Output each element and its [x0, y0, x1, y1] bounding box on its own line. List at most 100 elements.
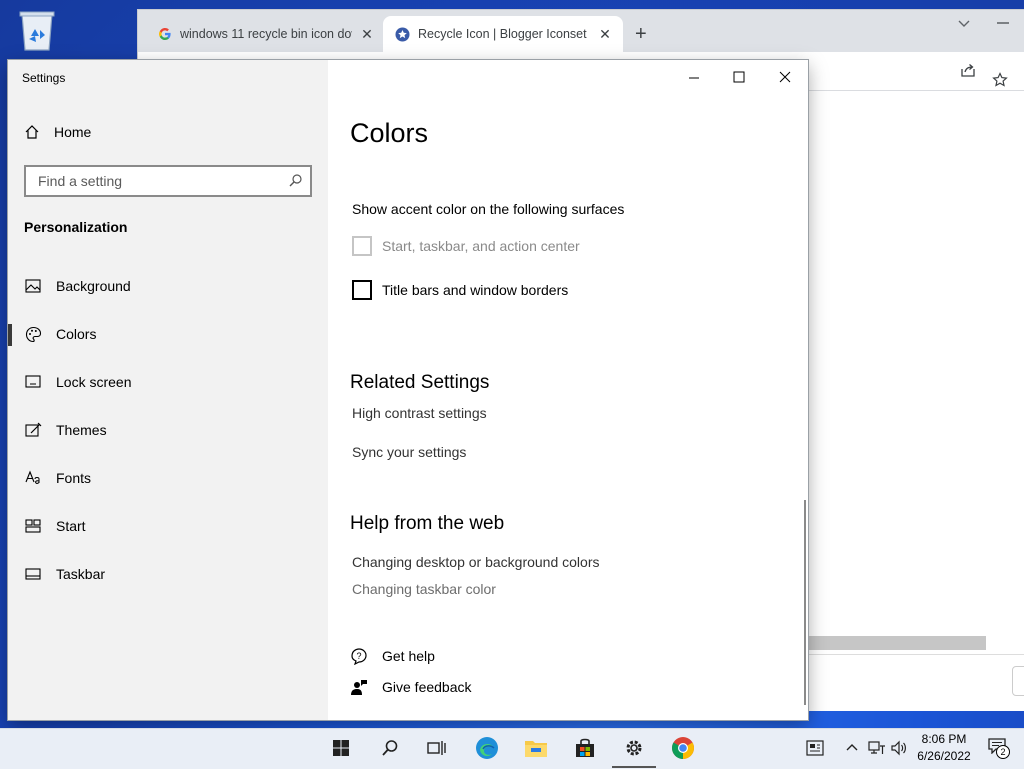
- browser-tab-active[interactable]: Recycle Icon | Blogger Iconset | R ✕: [383, 16, 623, 52]
- task-view-icon: [427, 741, 446, 755]
- nav-item-label: Themes: [56, 422, 107, 438]
- nav-item-background[interactable]: Background: [8, 266, 328, 306]
- edge-icon: [476, 737, 498, 759]
- nav-item-label: Start: [56, 518, 86, 534]
- home-nav-item[interactable]: Home: [24, 124, 91, 140]
- store-icon: [576, 738, 594, 757]
- checkbox-box[interactable]: [352, 236, 372, 256]
- lock-screen-icon: [25, 375, 41, 388]
- checkbox-title-bars[interactable]: Title bars and window borders: [352, 280, 568, 300]
- google-icon: [159, 28, 171, 40]
- link-sync-settings[interactable]: Sync your settings: [352, 444, 466, 460]
- volume-icon[interactable]: [890, 740, 908, 756]
- nav-item-fonts[interactable]: Fonts: [8, 458, 328, 498]
- themes-icon: [24, 422, 41, 437]
- section-title: Personalization: [24, 219, 128, 235]
- settings-window: Settings Home Personalization Background…: [8, 60, 808, 720]
- settings-content: Colors Show accent color on the followin…: [328, 60, 808, 720]
- search-input[interactable]: [36, 172, 280, 190]
- checkbox-box[interactable]: [352, 280, 372, 300]
- checkbox-label: Title bars and window borders: [382, 282, 569, 298]
- share-icon[interactable]: [960, 62, 976, 78]
- vertical-scrollbar[interactable]: [804, 500, 806, 705]
- related-settings-heading: Related Settings: [350, 372, 490, 393]
- search-box[interactable]: [24, 165, 312, 197]
- checkbox-start-taskbar[interactable]: Start, taskbar, and action center: [352, 236, 580, 256]
- close-icon[interactable]: ✕: [598, 26, 612, 43]
- accent-surfaces-heading: Show accent color on the following surfa…: [352, 201, 625, 217]
- app-title: Settings: [22, 71, 66, 85]
- get-help-link[interactable]: ? Get help: [350, 647, 435, 665]
- nav-item-colors[interactable]: Colors: [8, 314, 328, 354]
- get-help-icon: ?: [351, 648, 367, 665]
- checkbox-label: Start, taskbar, and action center: [382, 238, 580, 254]
- close-icon[interactable]: [779, 71, 791, 83]
- horizontal-scrollbar[interactable]: [806, 636, 986, 650]
- nav-item-label: Colors: [56, 326, 97, 342]
- gear-icon: [626, 740, 642, 756]
- svg-text:?: ?: [357, 651, 362, 661]
- store-button[interactable]: [573, 736, 597, 760]
- fonts-icon: [25, 470, 40, 484]
- feedback-icon: [351, 680, 367, 695]
- task-view-button[interactable]: [425, 736, 449, 760]
- file-explorer-button[interactable]: [524, 736, 548, 760]
- taskbar-clock[interactable]: 8:06 PM 6/26/2022: [912, 731, 976, 765]
- start-icon: [25, 519, 41, 533]
- nav-item-label: Fonts: [56, 470, 92, 486]
- nav-item-taskbar[interactable]: Taskbar: [8, 554, 328, 594]
- browser-tabstrip: windows 11 recycle bin icon dow ✕ Recycl…: [138, 10, 1024, 52]
- nav-item-lock-screen[interactable]: Lock screen: [8, 362, 328, 402]
- clock-date: 6/26/2022: [917, 749, 971, 763]
- close-icon[interactable]: ✕: [360, 26, 374, 43]
- news-widget-icon[interactable]: [806, 740, 824, 756]
- chrome-icon: [672, 737, 694, 759]
- notification-count-badge: 2: [996, 745, 1010, 759]
- windows-logo-icon: [333, 740, 349, 756]
- link-desktop-colors[interactable]: Changing desktop or background colors: [352, 554, 600, 570]
- link-high-contrast[interactable]: High contrast settings: [352, 405, 487, 421]
- nav-item-label: Taskbar: [56, 566, 106, 582]
- notification-center-button[interactable]: 2: [988, 738, 1010, 759]
- get-help-label: Get help: [382, 648, 435, 664]
- bottom-panel-handle[interactable]: [1012, 666, 1024, 696]
- minimize-icon[interactable]: [996, 16, 1010, 30]
- nav-item-start[interactable]: Start: [8, 506, 328, 546]
- chevron-down-icon[interactable]: [958, 20, 970, 28]
- taskbar-search-button[interactable]: [378, 736, 402, 760]
- help-web-heading: Help from the web: [350, 513, 505, 534]
- tab-title: windows 11 recycle bin icon dow: [180, 27, 352, 41]
- recycle-bin-icon[interactable]: [16, 6, 58, 52]
- give-feedback-label: Give feedback: [382, 679, 472, 695]
- maximize-icon[interactable]: [733, 71, 745, 83]
- minimize-icon[interactable]: [688, 72, 700, 84]
- give-feedback-link[interactable]: Give feedback: [350, 678, 472, 696]
- start-button[interactable]: [329, 736, 353, 760]
- palette-icon: [25, 326, 41, 342]
- nav-item-label: Lock screen: [56, 374, 132, 390]
- nav-item-label: Background: [56, 278, 131, 294]
- browser-tab[interactable]: windows 11 recycle bin icon dow ✕: [150, 16, 388, 52]
- folder-icon: [525, 741, 547, 757]
- settings-taskbar-button[interactable]: [612, 728, 656, 768]
- star-badge-icon: [395, 27, 410, 41]
- home-label: Home: [54, 124, 92, 140]
- settings-sidebar: Settings Home Personalization Background…: [8, 60, 328, 720]
- image-icon: [25, 279, 41, 293]
- chrome-button[interactable]: [671, 736, 695, 760]
- search-icon: [382, 740, 398, 756]
- page-title: Colors: [350, 118, 429, 148]
- chevron-up-icon[interactable]: [846, 742, 858, 752]
- network-icon[interactable]: [868, 740, 886, 756]
- clock-time: 8:06 PM: [921, 732, 967, 746]
- bookmark-star-icon[interactable]: [992, 72, 1008, 88]
- taskbar-icon: [25, 568, 41, 580]
- nav-item-themes[interactable]: Themes: [8, 410, 328, 450]
- home-icon: [25, 125, 39, 139]
- browser-bottom-bar: [806, 654, 1024, 711]
- tab-title: Recycle Icon | Blogger Iconset | R: [418, 27, 590, 41]
- new-tab-button[interactable]: +: [635, 23, 647, 46]
- link-taskbar-color[interactable]: Changing taskbar color: [352, 581, 496, 597]
- edge-button[interactable]: [475, 736, 499, 760]
- search-icon: [289, 174, 302, 187]
